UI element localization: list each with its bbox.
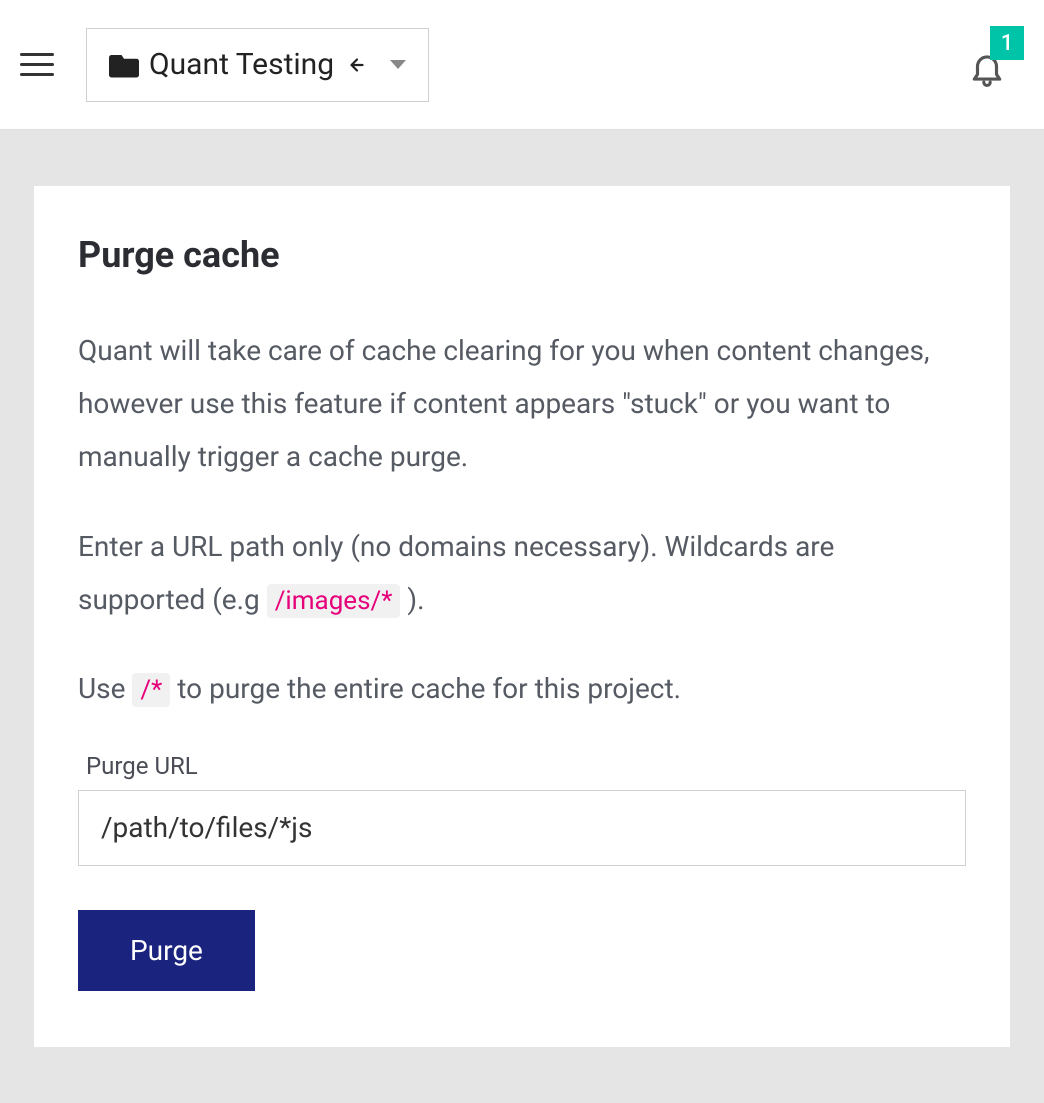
purge-url-label: Purge URL	[78, 752, 966, 780]
purge-url-input[interactable]	[78, 790, 966, 866]
code-example-1: /images/*	[267, 584, 401, 618]
page-content: Purge cache Quant will take care of cach…	[0, 130, 1044, 1103]
notification-bell[interactable]: 1	[968, 48, 1006, 88]
notification-badge: 1	[990, 26, 1024, 60]
top-bar: Quant Testing 1	[0, 0, 1044, 130]
card-title: Purge cache	[78, 234, 966, 276]
project-selector[interactable]: Quant Testing	[86, 28, 429, 102]
folder-icon	[109, 52, 139, 78]
code-example-2: /*	[132, 673, 170, 707]
description-text-2: Enter a URL path only (no domains necess…	[78, 520, 966, 627]
purge-button[interactable]: Purge	[78, 910, 255, 991]
purge-cache-card: Purge cache Quant will take care of cach…	[34, 186, 1010, 1047]
arrow-left-icon	[344, 54, 370, 76]
menu-icon[interactable]	[20, 45, 60, 85]
caret-down-icon	[390, 60, 406, 69]
description-text-1: Quant will take care of cache clearing f…	[78, 324, 966, 484]
description-text-3: Use /* to purge the entire cache for thi…	[78, 662, 966, 715]
project-name: Quant Testing	[149, 47, 334, 82]
